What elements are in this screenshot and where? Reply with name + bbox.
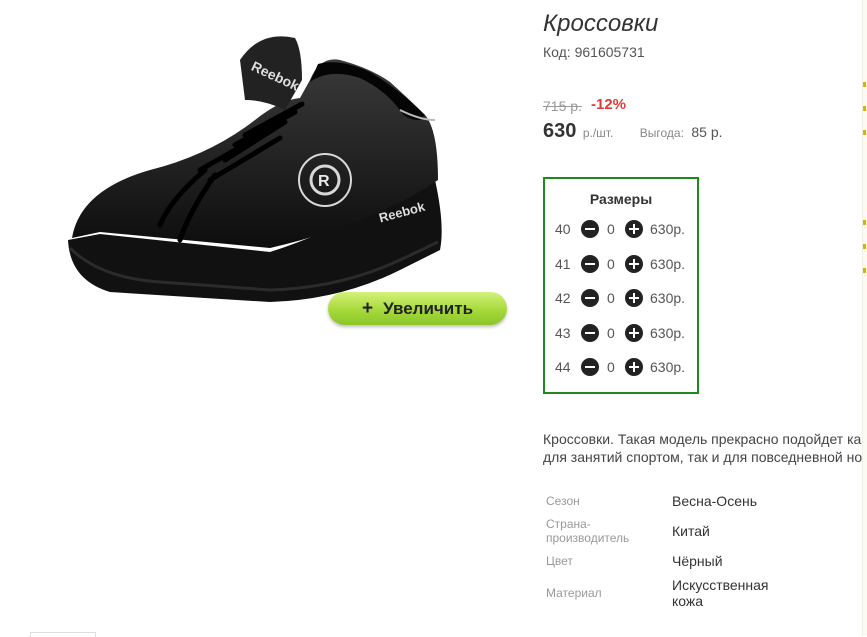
description-line: для занятий спортом, так и для повседнев… [543, 449, 863, 465]
size-price: 630р. [650, 359, 686, 375]
size-quantity: 0 [607, 256, 615, 272]
size-row: 40 0 630р. [545, 219, 697, 241]
decrease-quantity-button[interactable] [581, 220, 599, 238]
thumbnail-strip[interactable] [30, 632, 96, 637]
edge-mark [863, 268, 866, 273]
spec-label-country: Страна- производитель [546, 517, 630, 545]
price-unit: р./шт. [582, 126, 614, 140]
size-row: 43 0 630р. [545, 323, 697, 345]
edge-mark [863, 244, 866, 249]
spec-value-material: Искусственная кожа [672, 577, 769, 609]
increase-quantity-button[interactable] [625, 255, 643, 273]
savings-value: 85 р. [691, 124, 723, 140]
current-price: 630 [543, 120, 577, 142]
old-price: 715 р. [543, 98, 582, 114]
decrease-quantity-button[interactable] [581, 255, 599, 273]
decrease-quantity-button[interactable] [581, 358, 599, 376]
size-number: 40 [555, 221, 571, 237]
size-price: 630р. [650, 221, 686, 237]
discount-badge: -12% [591, 96, 627, 113]
sizes-panel: Размеры 40 0 630р. 41 0 630р. 42 0 630р.… [543, 177, 699, 394]
sizes-title: Размеры [589, 191, 653, 207]
spec-value-season: Весна-Осень [672, 493, 758, 509]
product-description: Кроссовки. Такая модель прекрасно подойд… [543, 430, 867, 466]
size-quantity: 0 [607, 290, 615, 306]
size-quantity: 0 [607, 221, 615, 237]
svg-text:R: R [318, 173, 330, 190]
product-code: Код: 961605731 [543, 44, 645, 60]
edge-mark [863, 82, 866, 87]
price-row: 630 р./шт. Выгода: 85 р. [543, 120, 723, 143]
zoom-button[interactable]: + Увеличить [328, 292, 507, 325]
edge-mark [863, 130, 866, 135]
size-quantity: 0 [607, 325, 615, 341]
spec-label-season: Сезон [546, 494, 580, 508]
size-price: 630р. [650, 256, 686, 272]
spec-label-color: Цвет [546, 554, 573, 568]
increase-quantity-button[interactable] [625, 289, 643, 307]
scroll-edge [862, 0, 867, 636]
size-number: 44 [555, 359, 571, 375]
size-number: 41 [555, 256, 571, 272]
spec-value-country: Китай [672, 523, 710, 539]
zoom-button-label: Увеличить [383, 298, 474, 318]
size-quantity: 0 [607, 359, 615, 375]
edge-mark [863, 220, 866, 225]
increase-quantity-button[interactable] [625, 324, 643, 342]
size-number: 42 [555, 290, 571, 306]
spec-value-color: Чёрный [672, 553, 723, 569]
size-price: 630р. [650, 290, 686, 306]
product-title: Кроссовки [543, 10, 659, 37]
increase-quantity-button[interactable] [625, 220, 643, 238]
edge-mark [863, 106, 866, 111]
size-row: 44 0 630р. [545, 357, 697, 379]
plus-icon: + [361, 297, 374, 319]
size-row: 42 0 630р. [545, 288, 697, 310]
spec-label-material: Материал [546, 586, 602, 600]
increase-quantity-button[interactable] [625, 358, 643, 376]
description-line: Кроссовки. Такая модель прекрасно подойд… [543, 431, 862, 447]
size-price: 630р. [650, 325, 686, 341]
size-number: 43 [555, 325, 571, 341]
savings-label: Выгода: [639, 126, 684, 140]
decrease-quantity-button[interactable] [581, 324, 599, 342]
size-row: 41 0 630р. [545, 254, 697, 276]
decrease-quantity-button[interactable] [581, 289, 599, 307]
